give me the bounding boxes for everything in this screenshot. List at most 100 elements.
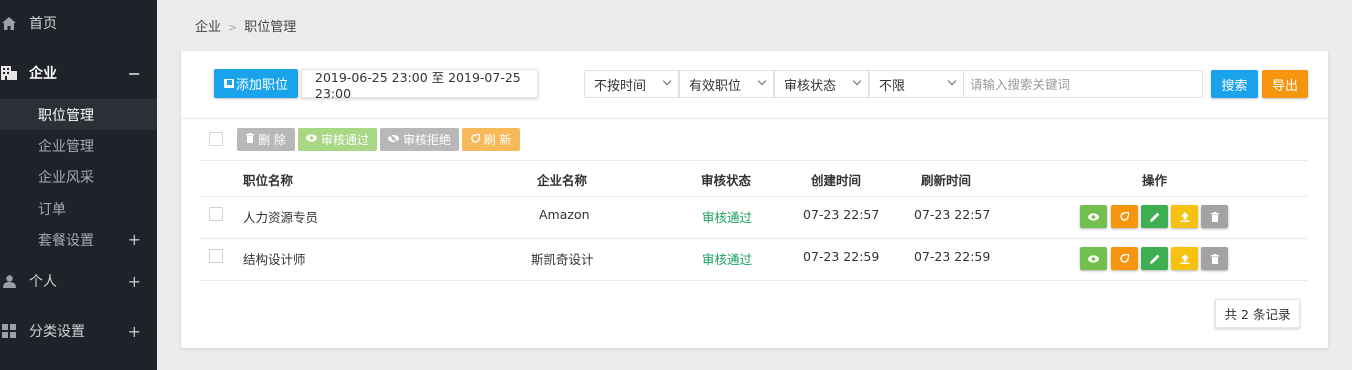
refresh-icon bbox=[470, 133, 480, 146]
collapse-icon[interactable]: − bbox=[128, 64, 141, 83]
add-job-button[interactable]: 添加职位 bbox=[214, 69, 298, 98]
view-button[interactable] bbox=[1080, 247, 1107, 270]
nav-label: 企业 bbox=[29, 66, 57, 82]
view-button[interactable] bbox=[1080, 205, 1107, 228]
time-filter-select[interactable]: 不按时间 bbox=[584, 70, 679, 98]
nav-item-category-settings[interactable]: 分类设置 + bbox=[0, 311, 157, 351]
refresh-icon bbox=[1120, 212, 1129, 221]
trash-icon bbox=[1210, 253, 1219, 264]
expand-icon[interactable]: + bbox=[128, 322, 141, 341]
bulk-refresh-label: 刷 新 bbox=[483, 133, 512, 147]
divider bbox=[181, 118, 1328, 119]
add-job-label: 添加职位 bbox=[235, 78, 288, 93]
nav-label: 个人 bbox=[29, 274, 57, 290]
search-button[interactable]: 搜索 bbox=[1211, 70, 1258, 98]
chevron-down-icon bbox=[757, 76, 767, 86]
breadcrumb-current: 职位管理 bbox=[244, 20, 297, 35]
status-cell: 审核通过 bbox=[702, 210, 753, 225]
bulk-delete-label: 删 除 bbox=[258, 133, 286, 147]
column-header-created: 创建时间 bbox=[811, 173, 862, 188]
export-button[interactable]: 导出 bbox=[1262, 70, 1308, 98]
nav-label: 分类设置 bbox=[29, 324, 85, 340]
bulk-reject-button[interactable]: 审核拒绝 bbox=[380, 128, 459, 151]
chevron-down-icon bbox=[852, 76, 862, 86]
row-checkbox[interactable] bbox=[209, 207, 223, 221]
select-value: 不限 bbox=[879, 78, 906, 94]
nav-item-company[interactable]: 企业 − bbox=[0, 53, 157, 93]
select-value: 审核状态 bbox=[784, 78, 837, 94]
created-cell: 07-23 22:59 bbox=[803, 249, 880, 264]
created-cell: 07-23 22:57 bbox=[803, 207, 880, 222]
job-validity-select[interactable]: 有效职位 bbox=[679, 70, 774, 98]
chevron-down-icon bbox=[947, 76, 957, 86]
refreshed-cell: 07-23 22:59 bbox=[914, 249, 991, 264]
upload-icon bbox=[1180, 211, 1189, 222]
sidebar-item-label: 套餐设置 bbox=[38, 232, 94, 249]
edit-button[interactable] bbox=[1141, 205, 1168, 228]
eye-slash-icon bbox=[387, 132, 399, 146]
building-icon bbox=[0, 66, 18, 80]
eye-icon bbox=[305, 134, 317, 145]
delete-button[interactable] bbox=[1201, 205, 1228, 228]
row-checkbox[interactable] bbox=[209, 249, 223, 263]
home-icon bbox=[0, 16, 18, 30]
breadcrumb-parent[interactable]: 企业 bbox=[195, 20, 221, 35]
sidebar-item-label: 企业管理 bbox=[38, 138, 94, 155]
audit-status-select[interactable]: 审核状态 bbox=[774, 70, 869, 98]
expand-icon[interactable]: + bbox=[128, 230, 141, 249]
select-value: 有效职位 bbox=[689, 78, 742, 94]
edit-button[interactable] bbox=[1141, 247, 1168, 270]
pencil-icon bbox=[1149, 212, 1159, 222]
bulk-delete-button[interactable]: 删 除 bbox=[237, 128, 295, 151]
expand-icon[interactable]: + bbox=[128, 272, 141, 291]
column-header-actions: 操作 bbox=[1142, 173, 1168, 188]
sidebar-item-company-management[interactable]: 企业管理 bbox=[0, 130, 157, 161]
search-input[interactable] bbox=[963, 70, 1203, 98]
select-all-checkbox[interactable] bbox=[209, 132, 223, 146]
user-icon bbox=[0, 274, 18, 288]
sidebar-item-packages[interactable]: 套餐设置 + bbox=[0, 224, 157, 255]
refresh-button[interactable] bbox=[1111, 247, 1138, 270]
job-name-cell[interactable]: 结构设计师 bbox=[243, 249, 306, 268]
column-header-company: 企业名称 bbox=[537, 173, 588, 188]
nav-item-home[interactable]: 首页 bbox=[0, 3, 157, 43]
trash-icon bbox=[1210, 211, 1219, 222]
divider bbox=[200, 160, 1308, 161]
sidebar-item-orders[interactable]: 订单 bbox=[0, 193, 157, 224]
nav-item-personal[interactable]: 个人 + bbox=[0, 261, 157, 301]
bulk-approve-button[interactable]: 审核通过 bbox=[298, 128, 377, 151]
sidebar-item-label: 职位管理 bbox=[38, 107, 94, 124]
bulk-refresh-button[interactable]: 刷 新 bbox=[462, 128, 520, 151]
record-count: 共 2 条记录 bbox=[1215, 299, 1300, 328]
status-cell: 审核通过 bbox=[702, 252, 753, 267]
pin-top-button[interactable] bbox=[1171, 247, 1198, 270]
refresh-button[interactable] bbox=[1111, 205, 1138, 228]
refreshed-cell: 07-23 22:57 bbox=[914, 207, 991, 222]
sidebar-item-job-management[interactable]: 职位管理 bbox=[0, 99, 157, 130]
date-range-picker[interactable]: 2019-06-25 23:00 至 2019-07-25 23:00 bbox=[301, 69, 538, 101]
bulk-reject-label: 审核拒绝 bbox=[402, 133, 451, 147]
nav-label: 首页 bbox=[29, 16, 57, 32]
divider bbox=[200, 238, 1308, 239]
sidebar-item-company-style[interactable]: 企业风采 bbox=[0, 161, 157, 192]
bulk-approve-label: 审核通过 bbox=[320, 133, 369, 147]
divider bbox=[200, 196, 1308, 197]
company-cell: Amazon bbox=[539, 207, 590, 222]
upload-icon bbox=[1180, 253, 1189, 264]
breadcrumb: 企业 > 职位管理 bbox=[195, 16, 296, 35]
chevron-down-icon bbox=[662, 76, 672, 86]
company-cell: 斯凯奇设计 bbox=[531, 252, 594, 267]
limit-select[interactable]: 不限 bbox=[869, 70, 964, 98]
pin-top-button[interactable] bbox=[1171, 205, 1198, 228]
column-header-status: 审核状态 bbox=[701, 173, 752, 188]
column-header-job-name: 职位名称 bbox=[243, 173, 294, 188]
delete-button[interactable] bbox=[1201, 247, 1228, 270]
refresh-icon bbox=[1120, 254, 1129, 263]
pencil-icon bbox=[1149, 254, 1159, 264]
sidebar-item-label: 订单 bbox=[38, 201, 66, 218]
sidebar-item-label: 企业风采 bbox=[38, 169, 94, 186]
job-name-cell[interactable]: 人力资源专员 bbox=[243, 207, 318, 226]
breadcrumb-separator: > bbox=[228, 21, 238, 34]
grid-icon bbox=[0, 324, 18, 338]
column-header-refreshed: 刷新时间 bbox=[921, 173, 972, 188]
